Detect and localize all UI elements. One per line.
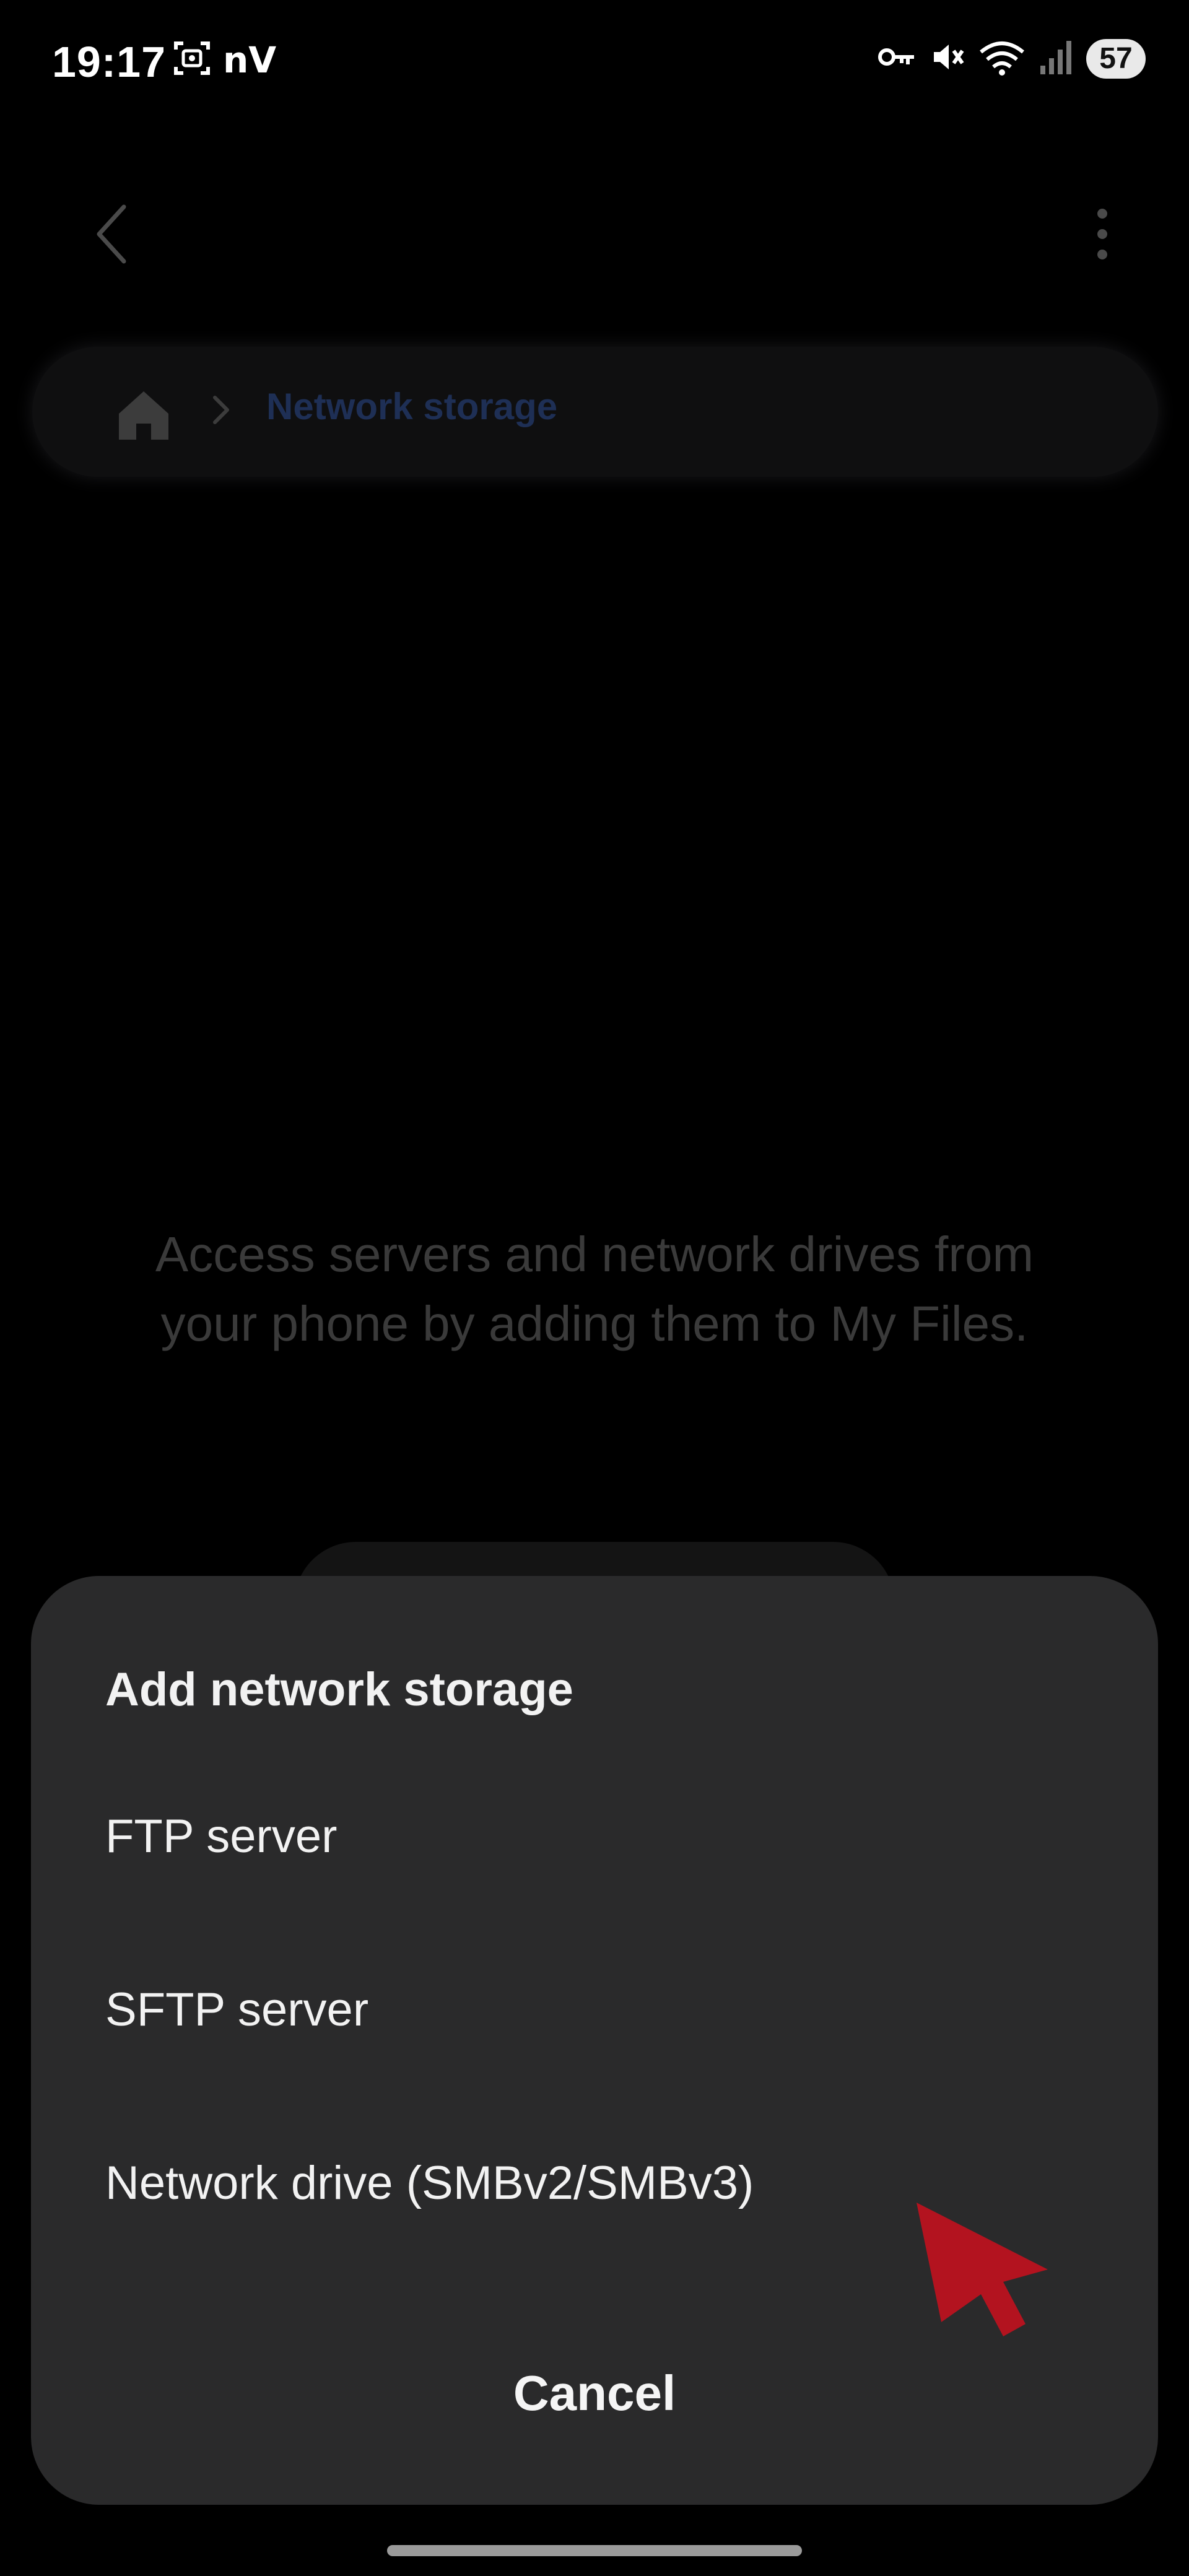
home-icon[interactable]: [113, 384, 175, 446]
wifi-icon: [978, 38, 1026, 79]
empty-state-message: Access servers and network drives from y…: [155, 1227, 1034, 1351]
app-bar: [0, 186, 1189, 285]
home-indicator[interactable]: [387, 2545, 802, 2556]
vpn-key-icon: [877, 43, 917, 74]
more-vertical-icon: [1095, 206, 1110, 265]
sftp-server-option[interactable]: SFTP server: [31, 1935, 1158, 2084]
mute-vibrate-icon: [930, 38, 965, 79]
add-network-storage-sheet: Add network storage FTP server SFTP serv…: [31, 1576, 1158, 2505]
sheet-title: Add network storage: [105, 1663, 573, 1716]
screen-record-icon: [172, 38, 212, 81]
chevron-left-icon: [93, 203, 130, 268]
chevron-right-icon: [209, 391, 233, 429]
status-time: 19:17: [52, 38, 167, 86]
status-right-icons: 57: [877, 38, 1146, 79]
breadcrumb: Network storage: [32, 347, 1158, 477]
cursor-arrow-icon: [904, 2195, 1059, 2344]
carrier-text: nV: [223, 38, 277, 81]
breadcrumb-current[interactable]: Network storage: [266, 385, 557, 428]
back-button[interactable]: [81, 201, 142, 269]
signal-icon: [1039, 38, 1073, 79]
more-options-button[interactable]: [1071, 201, 1133, 269]
status-left-icons: nV: [172, 38, 276, 81]
battery-icon: 57: [1086, 38, 1146, 79]
status-bar: 19:17 nV 57: [0, 0, 1189, 124]
ftp-server-option[interactable]: FTP server: [31, 1762, 1158, 1910]
